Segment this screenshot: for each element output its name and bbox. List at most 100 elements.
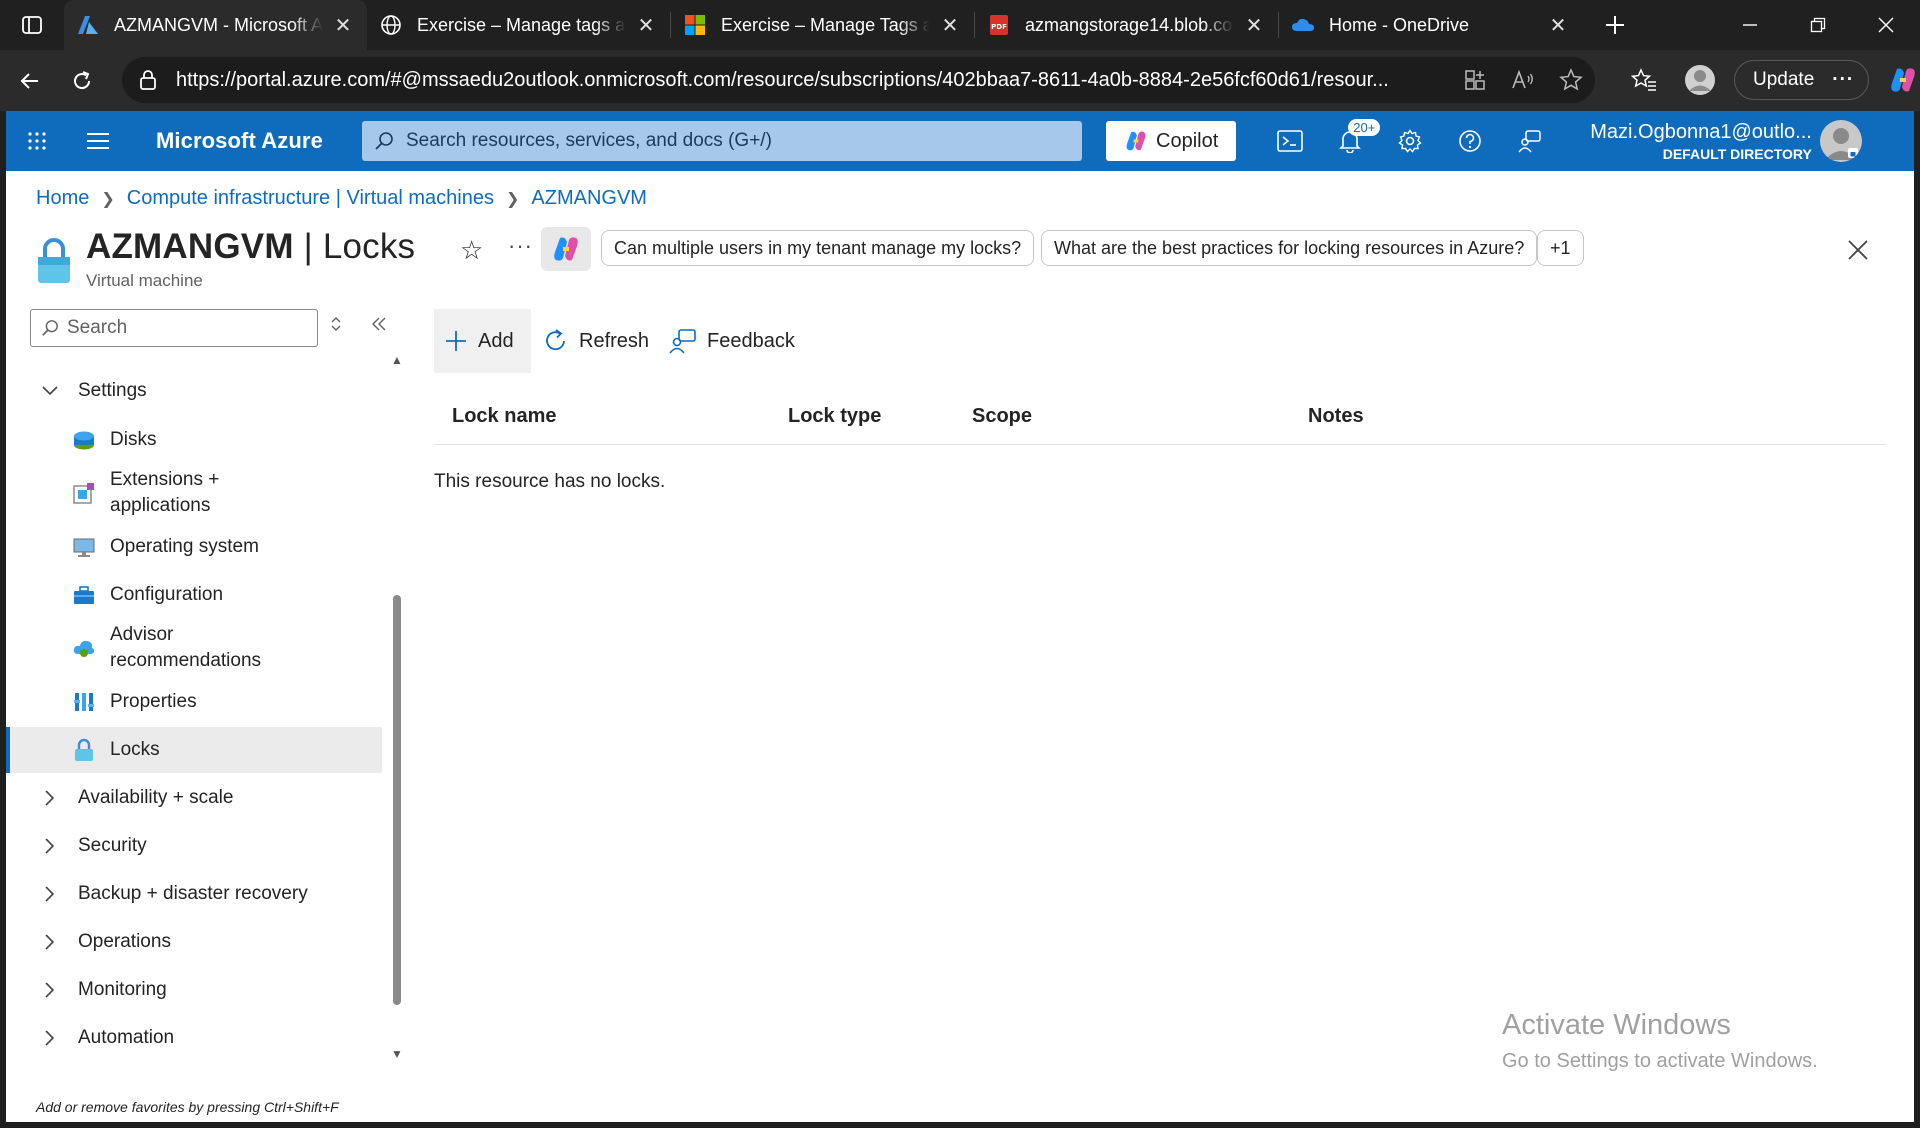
account-info[interactable]: Mazi.Ogbonna1@outlo... DEFAULT DIRECTORY — [1590, 122, 1812, 161]
menu-item-disks[interactable]: Disks — [6, 417, 382, 463]
copilot-button[interactable]: Copilot — [1106, 121, 1237, 161]
browser-tab-azure[interactable]: AZMANGVM - Microsoft Azure ✕ — [64, 0, 367, 50]
url-bar[interactable]: https://portal.azure.com/#@mssaedu2outlo… — [122, 57, 1595, 103]
read-aloud-icon[interactable] — [1499, 57, 1547, 103]
favorites-hint: Add or remove favorites by pressing Ctrl… — [36, 1099, 339, 1115]
menu-item-label: Locks — [110, 739, 160, 760]
app-available-icon[interactable] — [1451, 57, 1499, 103]
chevron-down-icon — [40, 386, 60, 396]
feedback-top-button[interactable] — [1500, 111, 1560, 171]
refresh-icon — [543, 328, 569, 354]
breadcrumb-virtual-machines[interactable]: Compute infrastructure | Virtual machine… — [127, 187, 494, 210]
menu-group-backup[interactable]: Backup + disaster recovery — [6, 871, 382, 917]
globe-icon — [379, 13, 403, 37]
more-actions-icon[interactable]: ··· — [508, 233, 533, 259]
menu-item-label: Properties — [110, 691, 197, 712]
search-icon — [42, 320, 58, 336]
close-tab-icon[interactable]: ✕ — [331, 13, 355, 37]
update-button[interactable]: Update ··· — [1734, 60, 1870, 100]
close-tab-icon[interactable]: ✕ — [1242, 13, 1266, 37]
collapse-menu-icon[interactable] — [370, 309, 388, 340]
windows-activation-watermark: Activate Windows Go to Settings to activ… — [1502, 1009, 1818, 1073]
copilot-icon — [1126, 131, 1146, 151]
azure-top-bar: Microsoft Azure Search resources, servic… — [6, 111, 1914, 171]
column-header-lock-type[interactable]: Lock type — [788, 405, 881, 428]
favorite-star-icon[interactable]: ☆ — [460, 235, 483, 266]
app-launcher-button[interactable] — [6, 111, 68, 171]
profile-avatar-icon[interactable] — [1678, 57, 1722, 103]
chevron-right-icon — [40, 790, 60, 806]
suggestion-chip-multiple-users[interactable]: Can multiple users in my tenant manage m… — [601, 230, 1035, 266]
browser-tab-exercise-2[interactable]: Exercise – Manage Tags and Locks ✕ — [671, 0, 974, 50]
suggestion-chip-best-practices[interactable]: What are the best practices for locking … — [1041, 230, 1538, 266]
column-header-lock-name[interactable]: Lock name — [452, 405, 556, 428]
global-search-input[interactable]: Search resources, services, and docs (G+… — [362, 121, 1082, 161]
scroll-down-icon[interactable]: ▼ — [389, 1047, 405, 1061]
command-bar: Add Refresh Feedback — [434, 309, 805, 373]
minimize-button[interactable] — [1716, 0, 1784, 50]
back-button[interactable] — [8, 59, 52, 103]
tab-actions-button[interactable] — [0, 0, 64, 50]
feedback-button[interactable]: Feedback — [659, 309, 805, 373]
close-window-button[interactable] — [1852, 0, 1920, 50]
disks-icon — [72, 428, 96, 452]
page-title-resource: AZMANGVM — [86, 227, 294, 266]
waffle-icon — [28, 132, 46, 150]
close-tab-icon[interactable]: ✕ — [634, 13, 658, 37]
menu-item-advisor[interactable]: Advisor recommendations — [6, 620, 382, 676]
toolbox-icon — [72, 583, 96, 607]
azure-brand-link[interactable]: Microsoft Azure — [156, 128, 362, 154]
copilot-sidebar-icon[interactable] — [1875, 57, 1920, 103]
menu-item-configuration[interactable]: Configuration — [6, 572, 382, 618]
browser-tab-pdf[interactable]: PDF azmangstorage14.blob.core ✕ — [975, 0, 1278, 50]
menu-item-locks[interactable]: Locks — [6, 727, 382, 773]
copilot-suggestions-button[interactable] — [541, 227, 591, 271]
settings-button[interactable] — [1380, 111, 1440, 171]
browser-tab-onedrive[interactable]: Home - OneDrive ✕ — [1279, 0, 1582, 50]
menu-group-security[interactable]: Security — [6, 823, 382, 869]
gear-icon — [1398, 129, 1422, 153]
menu-group-monitoring[interactable]: Monitoring — [6, 967, 382, 1013]
update-label: Update — [1753, 69, 1815, 90]
menu-group-automation[interactable]: Automation — [6, 1015, 382, 1061]
padlock-icon[interactable] — [136, 68, 160, 92]
close-tab-icon[interactable]: ✕ — [1546, 13, 1570, 37]
scrollbar-thumb[interactable] — [393, 595, 401, 1005]
lock-icon — [38, 238, 70, 283]
restore-button[interactable] — [1784, 0, 1852, 50]
avatar[interactable] — [1819, 120, 1862, 162]
menu-group-availability[interactable]: Availability + scale — [6, 775, 382, 821]
menu-item-operating-system[interactable]: Operating system — [6, 524, 382, 570]
close-blade-button[interactable] — [1848, 235, 1868, 267]
menu-group-settings[interactable]: Settings — [6, 369, 382, 413]
column-header-notes[interactable]: Notes — [1308, 405, 1364, 428]
more-options-icon[interactable]: ··· — [1832, 69, 1854, 91]
add-lock-button[interactable]: Add — [434, 309, 531, 373]
suggestion-chip-more[interactable]: +1 — [1537, 230, 1584, 266]
breadcrumb-resource[interactable]: AZMANGVM — [531, 187, 647, 210]
refresh-button[interactable]: Refresh — [533, 309, 659, 373]
menu-item-properties[interactable]: Properties — [6, 679, 382, 725]
menu-item-extensions[interactable]: Extensions + applications — [6, 465, 382, 521]
cloud-shell-button[interactable] — [1260, 111, 1320, 171]
url-text[interactable]: https://portal.azure.com/#@mssaedu2outlo… — [176, 69, 1451, 92]
scroll-up-icon[interactable]: ▲ — [389, 353, 405, 367]
menu-group-operations[interactable]: Operations — [6, 919, 382, 965]
notifications-button[interactable]: 20+ — [1320, 111, 1381, 171]
portal-menu-button[interactable] — [68, 111, 128, 171]
plus-icon — [444, 329, 468, 353]
menu-item-label: Disks — [110, 429, 157, 450]
favorite-star-icon[interactable] — [1547, 57, 1595, 103]
close-tab-icon[interactable]: ✕ — [938, 13, 962, 37]
menu-scrollbar[interactable]: ▲ ▼ — [389, 353, 405, 1065]
favorites-icon[interactable] — [1620, 57, 1668, 103]
breadcrumb-home[interactable]: Home — [36, 187, 89, 210]
refresh-page-button[interactable] — [60, 59, 104, 103]
new-tab-button[interactable] — [1590, 0, 1640, 50]
menu-search-input[interactable]: Search — [30, 309, 318, 347]
sort-toggle-icon[interactable] — [330, 315, 342, 338]
tab-title: Exercise – Manage tags and locks — [417, 14, 626, 35]
column-header-scope[interactable]: Scope — [972, 405, 1032, 428]
help-button[interactable] — [1440, 111, 1500, 171]
browser-tab-exercise-1[interactable]: Exercise – Manage tags and locks ✕ — [367, 0, 670, 50]
